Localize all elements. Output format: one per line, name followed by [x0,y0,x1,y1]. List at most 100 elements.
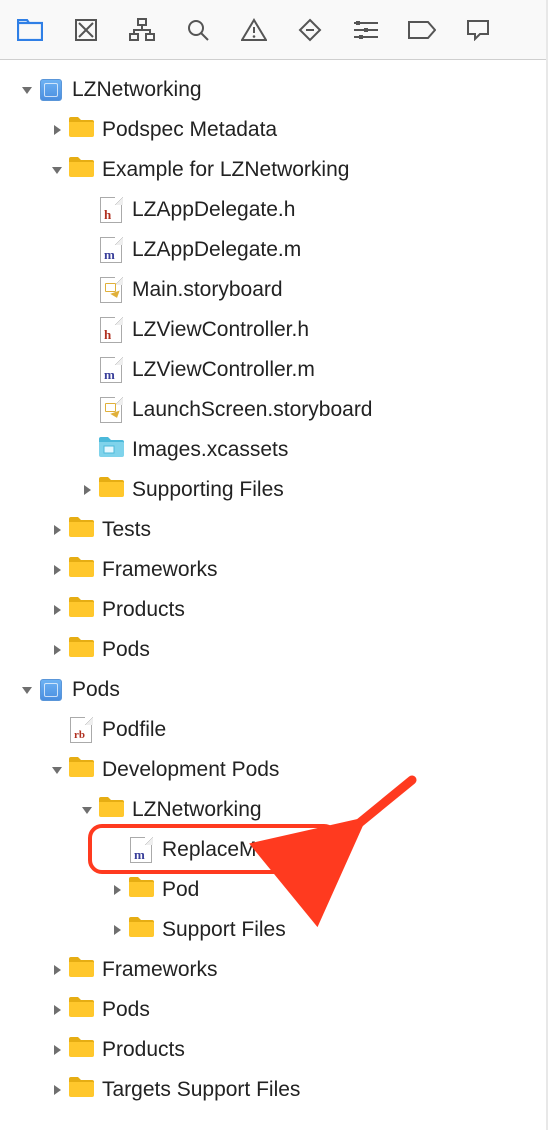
tree-row[interactable]: Pods [0,630,548,670]
tree-item-label: LZViewController.m [132,358,315,382]
disclosure-triangle[interactable] [46,524,68,536]
tree-item-label: Podspec Metadata [102,118,277,142]
impl-file-icon: m [100,237,122,263]
header-file-icon: h [100,317,122,343]
find-navigator-icon[interactable] [184,16,212,44]
disclosure-triangle[interactable] [106,924,128,936]
tree-item-label: Supporting Files [132,478,284,502]
folder-icon [98,476,124,504]
tree-row[interactable]: Products [0,590,548,630]
disclosure-triangle[interactable] [16,684,38,696]
storyboard-file-icon [100,397,122,423]
folder-icon [128,916,154,944]
folder-icon [68,596,94,624]
tree-item-label: LaunchScreen.storyboard [132,398,373,422]
tree-row[interactable]: m ReplaceMe.m [0,830,548,870]
project-navigator-tree[interactable]: LZNetworking Podspec Metadata Example for … [0,60,548,1130]
header-file-icon: h [100,197,122,223]
tree-row[interactable]: Supporting Files [0,470,548,510]
tree-row[interactable]: Development Pods [0,750,548,790]
tree-item-label: Products [102,598,185,622]
disclosure-triangle[interactable] [46,1084,68,1096]
folder-icon [68,156,94,184]
tree-row[interactable]: Podspec Metadata [0,110,548,150]
tree-row[interactable]: LaunchScreen.storyboard [0,390,548,430]
tree-row[interactable]: Pod [0,870,548,910]
tree-item-label: LZAppDelegate.m [132,238,301,262]
tree-row[interactable]: m LZAppDelegate.m [0,230,548,270]
breakpoint-navigator-icon[interactable] [408,16,436,44]
disclosure-triangle[interactable] [46,764,68,776]
disclosure-triangle[interactable] [46,604,68,616]
folder-icon [68,1076,94,1104]
test-navigator-icon[interactable] [296,16,324,44]
ruby-file-icon: rb [70,717,92,743]
impl-file-icon: m [100,357,122,383]
tree-item-label: Pod [162,878,199,902]
tree-row[interactable]: hLZAppDelegate.h [0,190,548,230]
folder-icon [68,116,94,144]
tree-item-label: Pods [72,678,120,702]
tree-item-label: LZNetworking [132,798,262,822]
folder-icon [68,996,94,1024]
tree-row[interactable]: Targets Support Files [0,1070,548,1110]
symbol-navigator-icon[interactable] [128,16,156,44]
disclosure-triangle[interactable] [46,644,68,656]
tree-row[interactable]: m LZViewController.m [0,350,548,390]
xcassets-icon [98,436,124,464]
folder-icon [68,556,94,584]
tree-item-label: Tests [102,518,151,542]
disclosure-triangle[interactable] [76,804,98,816]
issue-navigator-icon[interactable] [240,16,268,44]
tree-row[interactable]: Pods [0,990,548,1030]
tree-row[interactable]: LZNetworking [0,790,548,830]
folder-icon [98,796,124,824]
tree-row[interactable]: Images.xcassets [0,430,548,470]
tree-row[interactable]: h LZViewController.h [0,310,548,350]
tree-row[interactable]: Products [0,1030,548,1070]
tree-row[interactable]: Support Files [0,910,548,950]
folder-icon [128,876,154,904]
disclosure-triangle[interactable] [106,884,128,896]
xcodeproj-icon [40,79,62,101]
folder-icon [68,956,94,984]
tree-row[interactable]: Tests [0,510,548,550]
tree-item-label: ReplaceMe.m [162,838,292,862]
disclosure-triangle[interactable] [46,564,68,576]
disclosure-triangle[interactable] [46,964,68,976]
tree-item-label: Main.storyboard [132,278,283,302]
tree-item-label: Pods [102,638,150,662]
disclosure-triangle[interactable] [16,84,38,96]
navigator-toolbar [0,0,548,60]
folder-icon [68,636,94,664]
tree-item-label: Frameworks [102,558,218,582]
disclosure-triangle[interactable] [46,164,68,176]
folder-icon [68,756,94,784]
tree-row[interactable]: Main.storyboard [0,270,548,310]
tree-item-label: Support Files [162,918,286,942]
folder-icon [68,516,94,544]
tree-row[interactable]: Frameworks [0,550,548,590]
source-control-navigator-icon[interactable] [72,16,100,44]
debug-navigator-icon[interactable] [352,16,380,44]
tree-row[interactable]: Example for LZNetworking [0,150,548,190]
impl-file-icon: m [130,837,152,863]
disclosure-triangle[interactable] [46,124,68,136]
tree-row[interactable]: Frameworks [0,950,548,990]
tree-item-label: Frameworks [102,958,218,982]
tree-row[interactable]: rb Podfile [0,710,548,750]
tree-item-label: LZNetworking [72,78,202,102]
tree-item-label: LZViewController.h [132,318,309,342]
tree-item-label: Targets Support Files [102,1078,300,1102]
tree-row[interactable]: Pods [0,670,548,710]
project-navigator-icon[interactable] [16,16,44,44]
report-navigator-icon[interactable] [464,16,492,44]
tree-item-label: Products [102,1038,185,1062]
storyboard-file-icon [100,277,122,303]
disclosure-triangle[interactable] [76,484,98,496]
tree-item-label: Podfile [102,718,166,742]
disclosure-triangle[interactable] [46,1044,68,1056]
tree-row[interactable]: LZNetworking [0,70,548,110]
tree-item-label: Pods [102,998,150,1022]
disclosure-triangle[interactable] [46,1004,68,1016]
